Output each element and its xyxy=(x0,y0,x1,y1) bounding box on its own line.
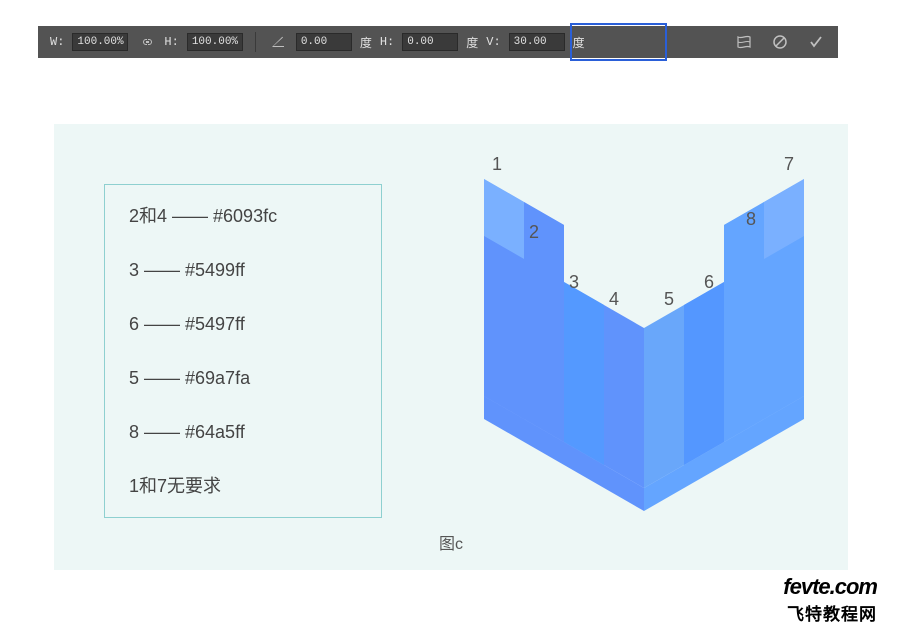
label-6: 6 xyxy=(704,272,714,293)
width-input[interactable]: 100.00% xyxy=(72,33,128,51)
main-panel: 2和4 —— #6093fc 3 —— #5499ff 6 —— #5497ff… xyxy=(54,124,848,570)
v-unit: 度 xyxy=(573,34,585,51)
f3 xyxy=(564,225,604,465)
label-7: 7 xyxy=(784,154,794,175)
legend-row: 5 —— #69a7fa xyxy=(129,369,357,387)
width-label: W: xyxy=(50,35,64,49)
h2-input[interactable]: 0.00 xyxy=(402,33,458,51)
legend-row: 1和7无要求 xyxy=(129,477,357,495)
legend-row: 6 —— #5497ff xyxy=(129,315,357,333)
h2-label: H: xyxy=(380,35,394,49)
v-label: V: xyxy=(486,35,500,49)
angle-unit: 度 xyxy=(360,34,372,51)
f2o xyxy=(484,236,524,419)
label-4: 4 xyxy=(609,289,619,310)
angle-icon xyxy=(268,32,288,52)
face-5 xyxy=(644,305,684,488)
watermark-name: 飞特教程网 xyxy=(783,600,877,625)
h2-unit: 度 xyxy=(466,34,478,51)
label-3: 3 xyxy=(569,272,579,293)
label-5: 5 xyxy=(664,289,674,310)
height-label: H: xyxy=(164,35,178,49)
color-legend: 2和4 —— #6093fc 3 —— #5499ff 6 —— #5497ff… xyxy=(104,184,382,518)
height-input[interactable]: 100.00% xyxy=(187,33,243,51)
f8o xyxy=(764,236,804,419)
toolbar-right xyxy=(734,32,826,52)
separator xyxy=(255,32,256,52)
transform-toolbar: W: 100.00% H: 100.00% 0.00 度 H: 0.00 度 V… xyxy=(38,26,838,58)
figure-caption: 图c xyxy=(439,530,463,554)
link-icon[interactable] xyxy=(136,32,156,52)
angle-input[interactable]: 0.00 xyxy=(296,33,352,51)
cancel-icon[interactable] xyxy=(770,32,790,52)
legend-row: 2和4 —— #6093fc xyxy=(129,207,357,225)
legend-row: 8 —— #64a5ff xyxy=(129,423,357,441)
commit-icon[interactable] xyxy=(806,32,826,52)
legend-row: 3 —— #5499ff xyxy=(129,261,357,279)
label-2: 2 xyxy=(529,222,539,243)
shape-svg xyxy=(464,154,824,534)
label-1: 1 xyxy=(492,154,502,175)
warp-icon[interactable] xyxy=(734,32,754,52)
watermark-url: fevte.com xyxy=(783,574,877,600)
watermark: fevte.com 飞特教程网 xyxy=(783,574,877,625)
shape-diagram: 1 2 3 4 5 6 7 8 xyxy=(464,154,824,534)
f6 xyxy=(684,282,724,465)
label-8: 8 xyxy=(746,209,756,230)
v-input[interactable]: 30.00 xyxy=(509,33,565,51)
